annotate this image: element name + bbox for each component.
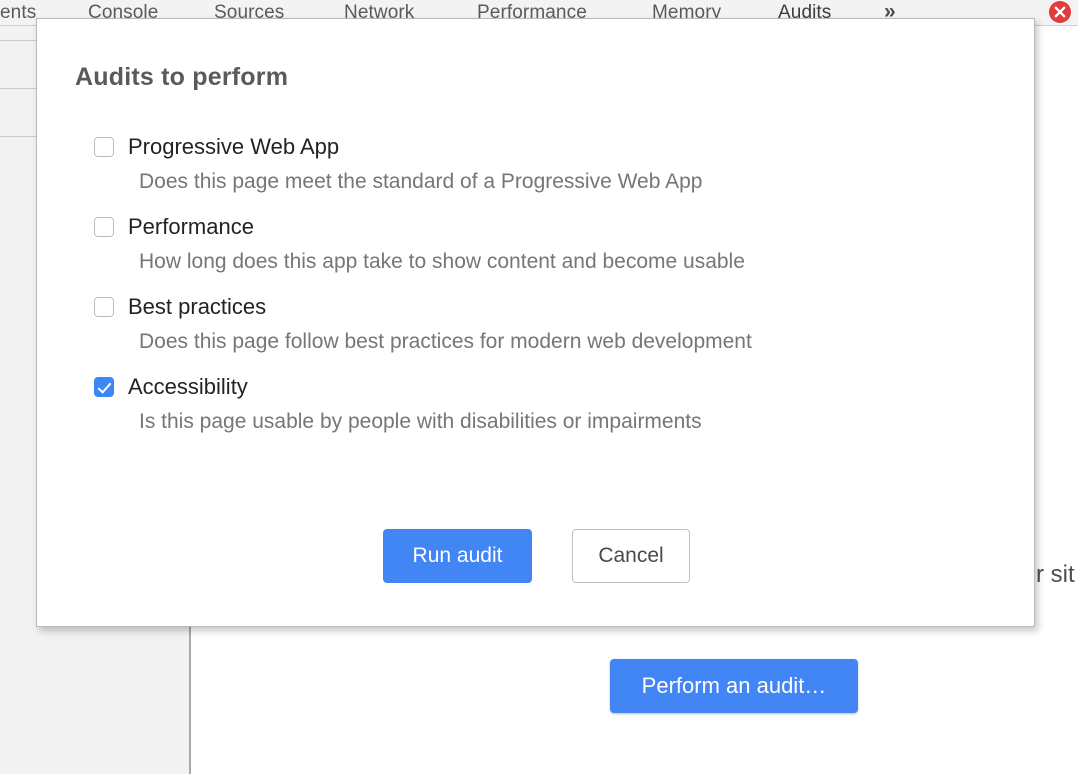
audit-option: Progressive Web App Does this page meet t… bbox=[94, 134, 994, 194]
checkbox-performance[interactable] bbox=[94, 217, 114, 237]
audit-option-description: Is this page usable by people with disab… bbox=[139, 410, 702, 433]
audit-options-list: Progressive Web App Does this page meet t… bbox=[94, 134, 994, 454]
close-icon[interactable] bbox=[1049, 1, 1071, 23]
audit-option: Performance How long does this app take t… bbox=[94, 214, 994, 274]
audit-option-row[interactable]: Progressive Web App bbox=[94, 134, 994, 160]
dialog-action-bar: Run audit Cancel bbox=[37, 529, 1036, 583]
checkbox-best-practices[interactable] bbox=[94, 297, 114, 317]
devtools-tab-elements[interactable]: ents bbox=[0, 0, 36, 25]
audit-option-label[interactable]: Progressive Web App bbox=[128, 134, 339, 160]
audit-option-row[interactable]: Performance bbox=[94, 214, 994, 240]
audit-option-label[interactable]: Accessibility bbox=[128, 374, 248, 400]
audit-option-row[interactable]: Accessibility bbox=[94, 374, 994, 400]
perform-an-audit-button[interactable]: Perform an audit… bbox=[610, 659, 858, 713]
audit-option-label[interactable]: Best practices bbox=[128, 294, 266, 320]
checkbox-accessibility[interactable] bbox=[94, 377, 114, 397]
audit-option: Accessibility Is this page usable by peop… bbox=[94, 374, 994, 434]
background-clipped-text: r sit bbox=[1036, 561, 1075, 588]
audit-option-description: Does this page meet the standard of a Pr… bbox=[139, 170, 703, 193]
dialog-title: Audits to perform bbox=[75, 63, 289, 91]
audit-option: Best practices Does this page follow best… bbox=[94, 294, 994, 354]
checkbox-progressive-web-app[interactable] bbox=[94, 137, 114, 157]
audit-option-label[interactable]: Performance bbox=[128, 214, 254, 240]
run-audit-button[interactable]: Run audit bbox=[383, 529, 532, 583]
audit-option-description: How long does this app take to show cont… bbox=[139, 250, 745, 273]
cancel-button[interactable]: Cancel bbox=[572, 529, 690, 583]
audits-to-perform-dialog: Audits to perform Progressive Web App Doe… bbox=[36, 18, 1035, 627]
audit-option-row[interactable]: Best practices bbox=[94, 294, 994, 320]
audit-option-description: Does this page follow best practices for… bbox=[139, 330, 752, 353]
